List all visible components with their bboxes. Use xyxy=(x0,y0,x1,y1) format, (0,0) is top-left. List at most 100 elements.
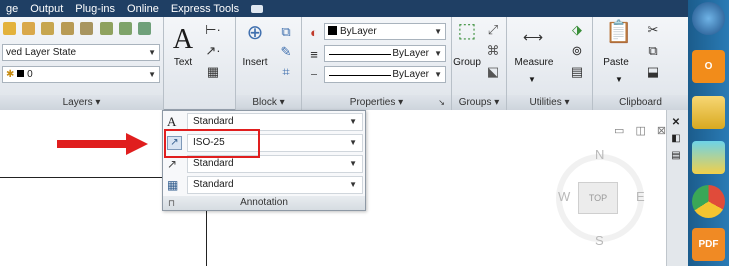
layers-panel: ved Layer State ▼ ✱ 0 ▼ Layers ▾ xyxy=(0,17,164,110)
paste-label[interactable]: Paste xyxy=(599,57,633,68)
create-block-icon[interactable]: ⧉ xyxy=(278,25,294,38)
outlook-icon[interactable]: O xyxy=(692,50,725,83)
lineweight-icon[interactable]: ≡ xyxy=(307,48,321,61)
panel-icon[interactable]: ◧ xyxy=(669,133,683,144)
linetype-dropdown[interactable]: ByLayer ▼ xyxy=(324,45,446,62)
sticky-notes-icon[interactable] xyxy=(692,141,725,174)
layer-state-dropdown[interactable]: ved Layer State ▼ xyxy=(2,44,160,61)
viewcube-north[interactable]: N xyxy=(595,147,604,162)
multileader-style-icon: ↗ xyxy=(167,157,178,171)
chevron-down-icon: ▼ xyxy=(349,159,357,168)
text-icon[interactable]: A xyxy=(170,25,196,55)
dialog-launcher-icon[interactable]: ↘ xyxy=(438,95,445,110)
chevron-down-icon: ▼ xyxy=(434,70,442,79)
layer-properties-icon[interactable] xyxy=(3,22,16,35)
block-panel: ⊕ Insert ⧉ ✎ ⌗ Block ▾ xyxy=(236,17,302,110)
cut-icon[interactable]: ✂ xyxy=(645,23,661,36)
chevron-down-icon: ▼ xyxy=(434,27,442,36)
ungroup-icon[interactable]: ⤢ xyxy=(486,23,500,36)
pin-icon[interactable]: ⊓ xyxy=(168,196,175,210)
highlight-box xyxy=(164,129,260,158)
pdf-app-icon[interactable]: PDF xyxy=(692,228,725,261)
viewcube-south[interactable]: S xyxy=(595,233,604,248)
menu-item-online[interactable]: Online xyxy=(121,3,165,15)
taskbar: O PDF xyxy=(688,0,729,266)
line-sample xyxy=(329,75,391,76)
layer-tool-icon[interactable] xyxy=(138,22,151,35)
ribbon: ved Layer State ▼ ✱ 0 ▼ Layers ▾ A Text … xyxy=(0,17,688,110)
red-arrow-head xyxy=(126,133,148,155)
window-controls[interactable]: ▭ ◫ ⊠ xyxy=(614,124,670,137)
line-sample xyxy=(329,54,391,55)
measure-label[interactable]: Measure xyxy=(513,57,555,68)
group-edit-icon[interactable]: ⌘ xyxy=(486,44,500,57)
bulb-icon: ✱ xyxy=(6,69,18,80)
utilities-panel: ⟷ Measure ▼ ⬗ ⊚ ▤ Utilities ▾ xyxy=(507,17,593,110)
layer-color-swatch xyxy=(17,70,25,77)
chrome-icon[interactable] xyxy=(692,185,725,218)
measure-icon[interactable]: ⟷ xyxy=(519,30,547,44)
menu-item-express-tools[interactable]: Express Tools xyxy=(165,3,245,15)
leader-icon[interactable]: ↗· xyxy=(204,44,222,57)
layer-tool-icon[interactable] xyxy=(22,22,35,35)
menu-item-output[interactable]: Output xyxy=(24,3,69,15)
text-style-icon: A xyxy=(167,114,177,129)
viewcube-west[interactable]: W xyxy=(558,189,570,204)
chevron-down-icon: ▼ xyxy=(148,48,156,57)
properties-panel-title[interactable]: Properties ▾ ↘ xyxy=(302,95,451,110)
annotation-panel-expanded: A Standard ▼ ↗ ISO-25 ▼ ↗ Standard ▼ ▦ Stan… xyxy=(162,110,366,211)
chevron-down-icon: ▼ xyxy=(349,117,357,126)
paste-icon[interactable]: 📋 xyxy=(605,21,632,43)
close-icon[interactable]: ✕ xyxy=(669,117,683,128)
attribute-icon[interactable]: ⌗ xyxy=(278,65,294,78)
group-label[interactable]: Group xyxy=(452,57,482,68)
chevron-down-icon: ▼ xyxy=(148,70,156,79)
chevron-down-icon[interactable]: ▼ xyxy=(609,73,629,86)
color-dropdown[interactable]: ByLayer ▼ xyxy=(324,23,446,40)
clipboard-panel: 📋 Paste ▼ ✂ ⧉ ⬓ Clipboard xyxy=(593,17,688,110)
ribbon-toggle-icon[interactable] xyxy=(251,4,264,13)
groups-panel: ⬚ Group ⤢ ⌘ ⬕ Groups ▾ xyxy=(452,17,507,110)
point-id-icon[interactable]: ⊚ xyxy=(569,44,585,57)
layer-tool-icon[interactable] xyxy=(80,22,93,35)
linetype-icon[interactable]: ┄ xyxy=(307,69,321,82)
match-icon[interactable]: ⬓ xyxy=(645,65,661,78)
layer-tool-icon[interactable] xyxy=(41,22,54,35)
chevron-down-icon: ▼ xyxy=(349,138,357,147)
edit-block-icon[interactable]: ✎ xyxy=(278,45,294,58)
layer-dropdown[interactable]: ✱ 0 ▼ xyxy=(2,66,160,83)
match-properties-icon[interactable]: ◐ xyxy=(307,26,321,39)
utilities-panel-title[interactable]: Utilities ▾ xyxy=(507,95,592,110)
annotation-panel-footer[interactable]: ⊓ Annotation xyxy=(163,196,365,210)
layer-tool-icon[interactable] xyxy=(119,22,132,35)
table-style-dropdown[interactable]: Standard ▼ xyxy=(187,176,363,194)
insert-label[interactable]: Insert xyxy=(240,57,270,68)
group-selection-icon[interactable]: ⬕ xyxy=(486,65,500,78)
panel-icon[interactable]: ▤ xyxy=(669,150,683,161)
text-label[interactable]: Text xyxy=(170,57,196,68)
properties-panel: ◐ ByLayer ▼ ≡ ByLayer ▼ ┄ ByLayer ▼ Prop… xyxy=(302,17,452,110)
quick-select-icon[interactable]: ⬗ xyxy=(569,23,585,36)
insert-block-icon[interactable]: ⊕ xyxy=(244,23,266,43)
calculator-icon[interactable]: ▤ xyxy=(569,65,585,78)
chevron-down-icon[interactable]: ▼ xyxy=(522,73,542,86)
clipboard-panel-title[interactable]: Clipboard xyxy=(593,95,688,110)
viewcube-east[interactable]: E xyxy=(636,189,645,204)
copy-icon[interactable]: ⧉ xyxy=(645,44,661,57)
linear-dimension-icon[interactable]: ⊢· xyxy=(204,23,222,36)
menu-item-plugins[interactable]: Plug-ins xyxy=(69,3,121,15)
red-arrow-shaft xyxy=(57,140,127,148)
layer-tool-icon[interactable] xyxy=(61,22,74,35)
block-panel-title[interactable]: Block ▾ xyxy=(236,95,301,110)
table-style-row[interactable]: ▦ Standard ▼ xyxy=(163,175,365,195)
lineweight-dropdown[interactable]: ByLayer ▼ xyxy=(324,66,446,83)
menu-item-manage[interactable]: ge xyxy=(0,3,24,15)
layers-panel-title[interactable]: Layers ▾ xyxy=(0,95,163,110)
viewcube-top-face[interactable]: TOP xyxy=(578,182,618,214)
group-icon[interactable]: ⬚ xyxy=(456,21,478,41)
table-icon[interactable]: ▦ xyxy=(204,65,222,78)
layer-tool-icon[interactable] xyxy=(100,22,113,35)
windows-start-icon[interactable] xyxy=(692,2,725,35)
groups-panel-title[interactable]: Groups ▾ xyxy=(452,95,506,110)
file-explorer-icon[interactable] xyxy=(692,96,725,129)
